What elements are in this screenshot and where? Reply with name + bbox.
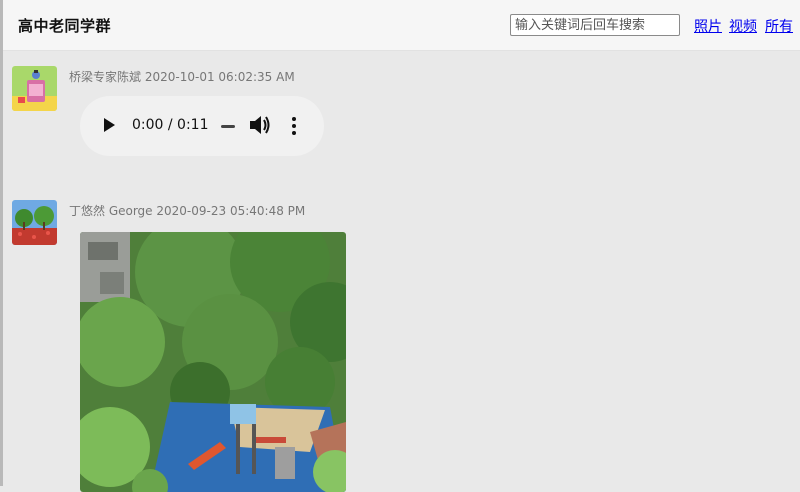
header-bar: 高中老同学群 照片 视频 所有 (3, 0, 800, 51)
audio-time: 0:00 / 0:11 (132, 117, 209, 133)
nav-photos-link[interactable]: 照片 (694, 16, 722, 36)
post-meta: 桥梁专家陈斌 2020-10-01 06:02:35 AM (69, 68, 295, 85)
avatar-image (12, 200, 57, 245)
audio-seek-bar[interactable] (221, 125, 235, 128)
volume-icon[interactable] (248, 114, 272, 136)
nav-videos-link[interactable]: 视频 (729, 16, 757, 36)
more-vertical-icon[interactable] (291, 116, 297, 136)
window-edge (0, 0, 3, 486)
post-timestamp: 2020-10-01 06:02:35 AM (144, 70, 295, 84)
search-input[interactable] (510, 14, 680, 36)
audio-player: 0:00 / 0:11 (80, 96, 324, 156)
post-author: 丁悠然 George (69, 204, 153, 218)
nav-all-link[interactable]: 所有 (765, 16, 793, 36)
avatar[interactable] (12, 66, 57, 111)
avatar[interactable] (12, 200, 57, 245)
post-meta: 丁悠然 George 2020-09-23 05:40:48 PM (69, 202, 305, 219)
post-photo[interactable] (80, 232, 346, 492)
post-timestamp: 2020-09-23 05:40:48 PM (156, 204, 306, 218)
avatar-image (12, 66, 57, 111)
play-icon[interactable] (104, 118, 115, 132)
post-author: 桥梁专家陈斌 (69, 70, 142, 84)
group-title: 高中老同学群 (18, 17, 112, 35)
photo-image (80, 232, 346, 492)
